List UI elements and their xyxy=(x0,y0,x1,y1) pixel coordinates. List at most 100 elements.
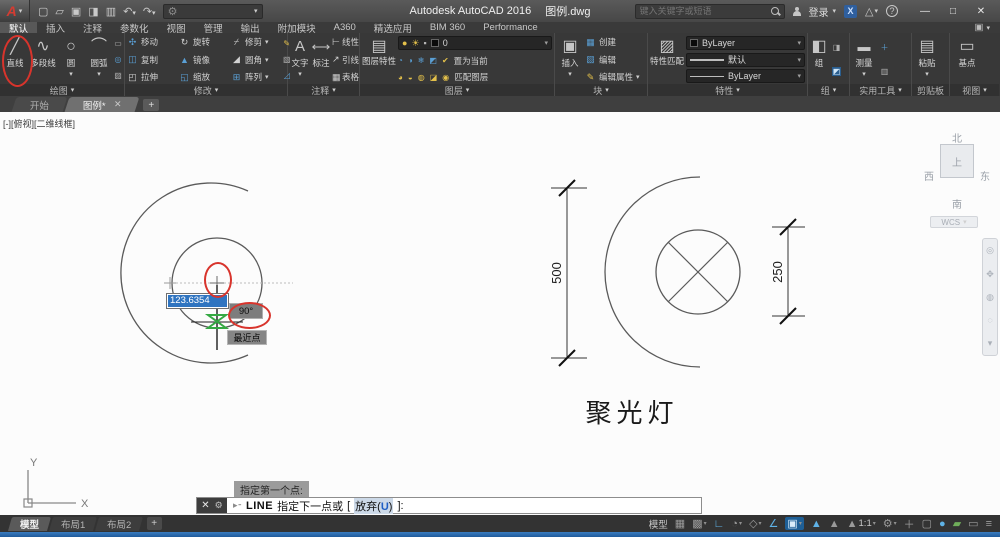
maximize-button[interactable]: □ xyxy=(940,2,966,20)
viewcube-north[interactable]: 北 xyxy=(924,130,990,145)
insert-block-button[interactable]: ▣ 插入 ▾ xyxy=(557,35,583,84)
object-snap-tracking-toggle[interactable]: ∠ xyxy=(769,517,779,530)
dim500-text[interactable]: 500 xyxy=(549,262,564,284)
scale-button[interactable]: ◱缩放 xyxy=(179,71,229,83)
customize-command-icon[interactable]: ⚙ xyxy=(215,500,223,511)
file-tab-start[interactable]: 开始 xyxy=(12,97,68,112)
panel-label-clipboard[interactable]: 剪贴板 xyxy=(912,84,949,96)
object-snap-toggle[interactable]: ▣▾ xyxy=(785,517,803,530)
tab-parametric[interactable]: 参数化 xyxy=(111,22,158,33)
mirror-button[interactable]: ▲镜像 xyxy=(179,54,229,66)
customization-button[interactable]: ≡ xyxy=(986,518,992,530)
search-icon[interactable] xyxy=(771,7,780,16)
panel-label-properties[interactable]: 特性▾ xyxy=(648,84,807,96)
tab-manage[interactable]: 管理 xyxy=(195,22,232,33)
hatch-icon[interactable]: ▨ xyxy=(114,71,122,80)
measure-button[interactable]: ▬ 测量 ▾ xyxy=(852,35,876,84)
zoom-icon[interactable]: ◍ xyxy=(986,292,994,303)
move-button[interactable]: ✣移动 xyxy=(127,36,177,48)
viewcube-south[interactable]: 南 xyxy=(924,196,990,211)
panel-label-utilities[interactable]: 实用工具▾ xyxy=(850,84,911,96)
circle-tool-button[interactable]: ○ 圆 ▾ xyxy=(58,35,84,84)
linear-button[interactable]: ⊢线性 xyxy=(332,36,360,48)
stretch-button[interactable]: ◰拉伸 xyxy=(127,71,177,83)
id-point-icon[interactable]: ＋ xyxy=(881,43,889,52)
annotation-monitor-toggle[interactable]: ＋ xyxy=(904,516,915,532)
dynamic-input-angle[interactable]: 90° xyxy=(229,303,263,319)
group-button[interactable]: ◧ 组 xyxy=(810,35,828,84)
autodesk360-icon[interactable]: △▾ xyxy=(865,5,878,18)
drawing-canvas[interactable]: [-][俯视][二维线框] 500 xyxy=(0,112,1000,515)
workspace-switching-button[interactable]: ⚙▾ xyxy=(883,517,897,530)
tab-insert[interactable]: 插入 xyxy=(37,22,74,33)
clean-screen-button[interactable]: ▭ xyxy=(968,517,978,530)
layer-unlock-icon[interactable]: ◪ xyxy=(430,73,438,82)
match-properties-button[interactable]: ▨ 特性匹配 xyxy=(650,35,684,84)
panel-label-draw[interactable]: 绘图▾ xyxy=(0,84,124,96)
tab-featured-apps[interactable]: 精选应用 xyxy=(365,22,421,33)
annotation-visibility-toggle[interactable]: ▲ xyxy=(811,518,822,530)
layer-dropdown[interactable]: ● ☀ ▪ 0 ▾ xyxy=(398,36,552,50)
viewcube-face-top[interactable]: 上 xyxy=(940,144,974,178)
app-menu-button[interactable]: A ▾ xyxy=(0,0,30,22)
layer-thaw-icon[interactable]: ◍ xyxy=(418,73,425,82)
fillet-button[interactable]: ◢圆角▾ xyxy=(231,54,281,66)
graphics-performance-button[interactable]: ▰ xyxy=(953,517,961,530)
tab-bim360[interactable]: BIM 360 xyxy=(421,22,474,33)
dim250-text[interactable]: 250 xyxy=(770,261,785,283)
close-command-icon[interactable]: ✕ xyxy=(201,500,209,511)
text-tool-button[interactable]: A 文字 ▾ xyxy=(290,35,310,84)
dimension-tool-button[interactable]: ⟷ 标注 xyxy=(311,35,331,84)
line-tool-button[interactable]: ╱ 直线 xyxy=(2,35,28,84)
polyline-tool-button[interactable]: ∿ 多段线 xyxy=(30,35,56,84)
panel-label-block[interactable]: 块▾ xyxy=(555,84,647,96)
annotation-scale-dropdown[interactable]: ▲1:1▾ xyxy=(847,518,876,530)
copy-button[interactable]: ◫复制 xyxy=(127,54,177,66)
ungroup-icon[interactable]: ◨ xyxy=(833,43,841,52)
ellipse-icon[interactable]: ◎ xyxy=(115,55,122,64)
color-dropdown[interactable]: ByLayer ▾ xyxy=(686,36,805,50)
help-icon[interactable]: ? xyxy=(886,5,898,17)
sign-in-button[interactable]: 登录▾ xyxy=(809,4,837,19)
tab-annotate[interactable]: 注释 xyxy=(74,22,111,33)
model-space-button[interactable]: 模型 xyxy=(649,517,668,531)
viewport-controls[interactable]: [-][俯视][二维线框] xyxy=(3,117,75,130)
workspace-dropdown[interactable]: ⚙ ▾ xyxy=(163,4,263,19)
panel-label-annotation[interactable]: 注释▾ xyxy=(288,84,359,96)
layer-lock-icon[interactable]: ◩ xyxy=(429,56,437,65)
command-line-bar[interactable]: ✕ ⚙ ▸⁃ LINE 指定下一点或 [放弃(U)]: xyxy=(196,497,702,514)
tab-output[interactable]: 输出 xyxy=(232,22,269,33)
undo-icon[interactable]: ↶▾ xyxy=(123,5,136,18)
ribbon-options-icon[interactable]: ▣▾ xyxy=(965,22,1000,33)
undo-option[interactable]: 放弃(U) xyxy=(354,498,393,514)
panel-label-modify[interactable]: 修改▾ xyxy=(125,84,287,96)
panel-label-view[interactable]: 视图▾ xyxy=(950,84,999,96)
right-arc[interactable] xyxy=(605,177,700,367)
lineweight-dropdown[interactable]: 默认 ▾ xyxy=(686,53,805,67)
viewcube[interactable]: 北 西 东 上 南 WCS▾ xyxy=(924,130,990,230)
save-as-icon[interactable]: ◨ xyxy=(88,5,98,18)
close-button[interactable]: ✕ xyxy=(968,2,994,20)
layer-properties-button[interactable]: ▤ 图层特性 xyxy=(362,35,396,84)
tab-performance[interactable]: Performance xyxy=(474,22,546,33)
file-tab-document[interactable]: 图例* ✕ xyxy=(65,97,140,112)
tab-addins[interactable]: 附加模块 xyxy=(269,22,325,33)
close-tab-icon[interactable]: ✕ xyxy=(114,99,122,110)
quick-properties-toggle[interactable]: ▢ xyxy=(922,517,932,530)
base-point-button[interactable]: ▭ 基点 xyxy=(952,35,982,84)
layout2-tab[interactable]: 布局2 xyxy=(95,517,143,531)
layer-unisolate-icon[interactable]: ◒ xyxy=(408,73,413,82)
viewcube-east[interactable]: 东 xyxy=(980,168,990,183)
dynamic-input-coordinate[interactable]: 123.6354 xyxy=(166,293,229,309)
new-tab-button[interactable]: + xyxy=(143,99,159,111)
ortho-toggle[interactable]: ∟ xyxy=(714,518,725,530)
table-button[interactable]: ▦表格 xyxy=(332,71,360,83)
command-prompt[interactable]: ▸⁃ LINE 指定下一点或 [放弃(U)]: xyxy=(227,498,701,513)
orbit-icon[interactable]: ◌ xyxy=(987,315,992,325)
quick-calc-icon[interactable]: ▥ xyxy=(881,67,889,76)
arc-tool-button[interactable]: ⌒ 圆弧 ▾ xyxy=(86,35,112,84)
array-button[interactable]: ⊞阵列▾ xyxy=(231,71,281,83)
save-icon[interactable]: ▣ xyxy=(71,5,81,18)
grid-toggle[interactable]: ▦ xyxy=(675,517,685,530)
polar-tracking-toggle[interactable]: ◔▾ xyxy=(731,518,742,530)
